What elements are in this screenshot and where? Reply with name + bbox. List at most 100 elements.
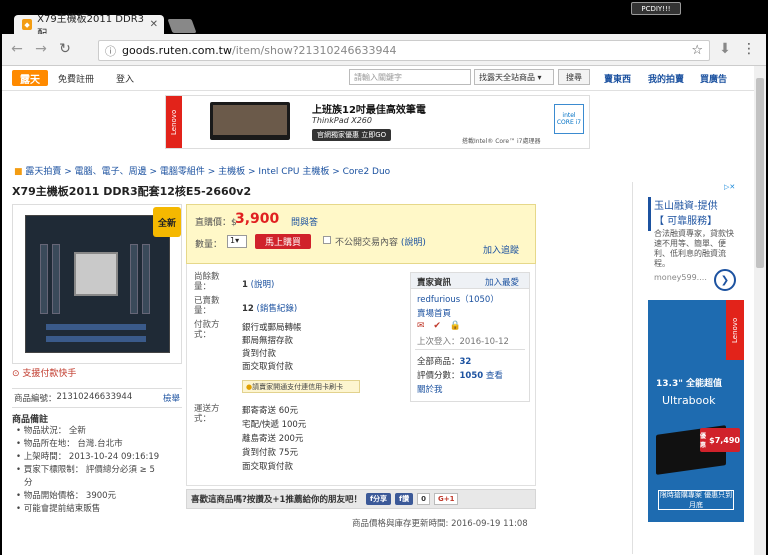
- profile-badge[interactable]: PCDIY!!!: [631, 2, 681, 15]
- back-arrow-icon[interactable]: ←: [10, 42, 24, 56]
- price-label: 直購價：$: [195, 218, 237, 228]
- banner-ad[interactable]: Lenovo 上班族12吋最佳高效筆電 ThinkPad X260 官網獨家優惠…: [165, 95, 590, 149]
- ad-next-arrow-icon[interactable]: ❯: [714, 269, 736, 291]
- bookmark-star-icon[interactable]: ☆: [691, 43, 703, 58]
- remarks-title: 商品備註: [12, 415, 49, 425]
- breadcrumb-text: 露天拍賣 > 電腦、電子、周邊 > 電腦零組件 > 主機板 > Intel CP…: [25, 167, 391, 177]
- dimm-slot-shape: [40, 244, 48, 314]
- add-favorite-link[interactable]: 加入最愛: [485, 276, 519, 288]
- stock-info-link[interactable]: (說明): [251, 280, 275, 290]
- ad-title[interactable]: 玉山融資-提供: [654, 197, 718, 212]
- pcie-slot-shape: [46, 324, 146, 330]
- download-icon[interactable]: ⬇: [718, 42, 732, 56]
- sell-link[interactable]: 賣東西: [604, 72, 631, 85]
- quantity-select[interactable]: 1▾: [227, 235, 247, 248]
- web-page: 露天 免費註冊 登入 請輸入關鍵字 找露天全站商品 ▾ 搜尋 賣東西 我的拍賣 …: [2, 66, 754, 555]
- remark-item: • 物品開始價格： 3900元: [16, 491, 117, 501]
- banner-brand-strip: Lenovo: [166, 96, 182, 148]
- address-bar[interactable]: ⓘ goods.ruten.com.tw/item/show?213102466…: [98, 40, 710, 61]
- ad2-line2: Ultrabook: [662, 394, 716, 407]
- banner-headline: 上班族12吋最佳高效筆電: [312, 105, 426, 116]
- buy-now-button[interactable]: 馬上購買: [255, 234, 311, 249]
- payment-note: ● 請賣家開通支付連信用卡刷卡: [242, 380, 360, 393]
- banner-model: ThinkPad X260: [312, 116, 372, 125]
- ruten-logo[interactable]: 露天: [12, 70, 48, 86]
- new-badge: 全新: [153, 207, 181, 237]
- report-link[interactable]: 檢舉: [163, 392, 180, 404]
- seller-name-link[interactable]: redfurious（1050）: [417, 293, 499, 305]
- cpu-socket-shape: [74, 252, 118, 296]
- fastpay-icon: ⊙: [12, 369, 23, 379]
- like-count: 0: [417, 493, 430, 505]
- browser-toolbar: ← → ↻ ⓘ goods.ruten.com.tw/item/show?213…: [2, 34, 766, 66]
- facebook-like-button[interactable]: f 讚: [395, 493, 414, 505]
- remark-item: • 物品所在地： 台灣.台北市: [16, 439, 123, 449]
- qa-link[interactable]: 問與答: [291, 215, 318, 228]
- share-bar: 喜歡這商品嗎?按讚及+1推薦給你的朋友吧！ f 分享 f 讚 0 G+1: [186, 489, 536, 509]
- dimm-slot-shape: [142, 244, 150, 314]
- payment-item: 貨到付款: [242, 349, 277, 359]
- product-image[interactable]: 全新: [12, 204, 182, 364]
- shipping-label: 運送方式：: [194, 404, 220, 424]
- page-info-icon[interactable]: ⓘ: [105, 43, 116, 59]
- remark-item: 分: [24, 478, 33, 488]
- search-input[interactable]: 請輸入關鍵字: [349, 69, 471, 85]
- shipping-item: 郵寄寄送 60元: [242, 406, 299, 416]
- track-link[interactable]: 加入追蹤: [483, 243, 519, 256]
- remark-item: • 買家下標限制： 評價總分必須 ≥ 5: [16, 465, 155, 475]
- browser-tab[interactable]: ◆ X79主機板2011 DDR3配 ✕: [14, 14, 164, 40]
- search-button[interactable]: 搜尋: [558, 69, 590, 85]
- shipping-list: 郵寄寄送 60元 宅配/快遞 100元 離島寄送 200元 貨到付款 75元 面…: [242, 404, 306, 474]
- payment-label: 付款方式：: [194, 320, 220, 340]
- all-items-link[interactable]: 32: [460, 357, 472, 367]
- google-plus-button[interactable]: G+1: [433, 493, 459, 505]
- store-home-link[interactable]: 賣場首頁: [417, 307, 451, 319]
- login-link[interactable]: 登入: [116, 72, 134, 85]
- menu-icon[interactable]: ⋮: [742, 42, 756, 56]
- new-tab-button[interactable]: [167, 19, 197, 33]
- breadcrumb[interactable]: ■ 露天拍賣 > 電腦、電子、周邊 > 電腦零組件 > 主機板 > Intel …: [14, 164, 390, 177]
- about-me-link[interactable]: 關於我: [417, 383, 443, 395]
- search-scope-value: 找露天全站商品: [479, 73, 535, 82]
- sales-record-link[interactable]: (銷售紀錄): [257, 304, 298, 314]
- ad2-cta-button[interactable]: 限時搶購專案 優惠只到月底: [658, 490, 734, 510]
- seller-heading: 賣家資訊: [417, 278, 452, 288]
- forward-arrow-icon[interactable]: →: [34, 42, 48, 56]
- facebook-share-button[interactable]: f 分享: [365, 493, 392, 505]
- dimm-slot-shape: [130, 244, 138, 314]
- my-auction-link[interactable]: 我的拍賣: [648, 72, 684, 85]
- breadcrumb-icon: ■: [14, 167, 26, 177]
- ad-subtitle[interactable]: 【 可靠服務】: [654, 212, 717, 227]
- header-divider: [2, 90, 754, 91]
- search-scope-select[interactable]: 找露天全站商品 ▾: [474, 69, 554, 85]
- close-tab-icon[interactable]: ✕: [150, 19, 158, 30]
- all-items-row: 全部商品：32: [417, 357, 472, 367]
- lenovo-ad[interactable]: Lenovo 13.3" 全能超值 Ultrabook 優惠 $7,490 限時…: [648, 300, 744, 522]
- private-checkbox[interactable]: [323, 236, 331, 244]
- fastpay-text: 支援付款快手: [22, 369, 77, 379]
- banner-laptop-image: [210, 102, 290, 140]
- sold-label: 已賣數量：: [194, 296, 220, 316]
- rating-value[interactable]: 1050: [460, 371, 484, 381]
- reload-icon[interactable]: ↻: [58, 42, 72, 56]
- ad2-price-tag: 優惠 $7,490: [700, 428, 740, 452]
- fastpay-label[interactable]: ⊙ 支援付款快手: [12, 366, 76, 379]
- shipping-item: 面交取貨付款: [242, 462, 294, 472]
- register-link[interactable]: 免費註冊: [58, 72, 94, 85]
- advertise-link[interactable]: 買廣告: [700, 72, 727, 85]
- banner-cta-button[interactable]: 官網獨家優惠 立即GO: [312, 129, 392, 141]
- shipping-item: 貨到付款 75元: [242, 448, 299, 458]
- shipping-item: 離島寄送 200元: [242, 434, 304, 444]
- pcie-slot-shape: [46, 336, 146, 342]
- ad2-line1: 13.3" 全能超值: [656, 379, 723, 389]
- ad2-brand-strip: Lenovo: [726, 300, 744, 360]
- scrollbar-thumb[interactable]: [756, 78, 764, 268]
- explain-link[interactable]: (說明): [401, 238, 426, 248]
- last-login: 上次登入：2016-10-12: [417, 337, 509, 347]
- dimm-slot-shape: [52, 244, 60, 314]
- payment-list: 銀行或郵局轉帳 郵局無摺存款 貨到付款 面交取貨付款: [242, 322, 302, 374]
- url-host: goods.ruten.com.tw: [122, 44, 232, 57]
- view-rating-link[interactable]: 查看: [486, 371, 503, 381]
- quantity-label: 數量：: [195, 240, 223, 250]
- text-ad[interactable]: 玉山融資-提供 【 可靠服務】 合法融資專家，貸款快速不用等、簡單、便利、低利息…: [648, 183, 744, 295]
